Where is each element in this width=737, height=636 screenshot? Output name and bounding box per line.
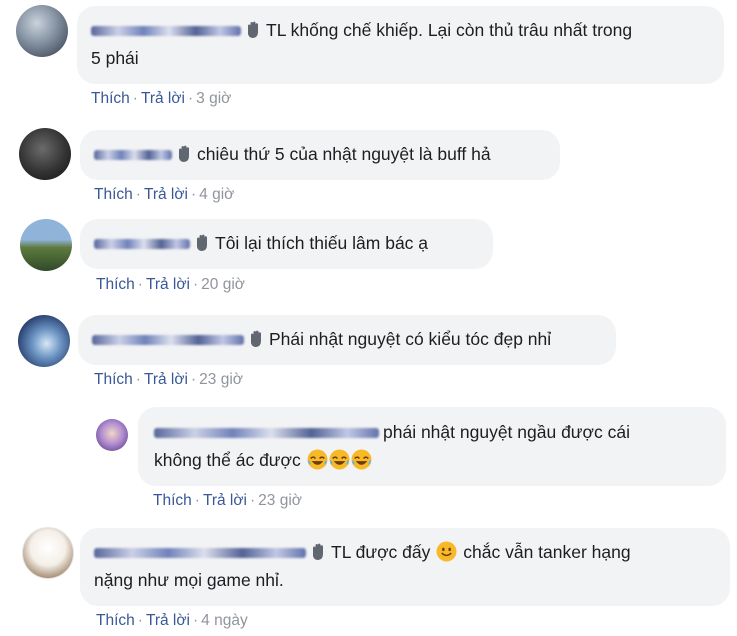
- avatar[interactable]: [22, 527, 74, 579]
- comment-text: chiêu thứ 5 của nhật nguyệt là buff hả: [197, 144, 491, 164]
- reply-link[interactable]: Trả lời: [144, 186, 188, 203]
- comment-actions: Thích · Trả lời · 4 ngày: [96, 612, 248, 629]
- comment-text: Tôi lại thích thiếu lâm bác ạ: [215, 233, 429, 253]
- timestamp[interactable]: 3 giờ: [196, 90, 231, 107]
- avatar[interactable]: [16, 5, 68, 57]
- grinning-emoji-icon: [436, 541, 457, 562]
- comment-text-b: chắc vẫn tanker hạng: [463, 542, 631, 562]
- like-link[interactable]: Thích: [94, 186, 133, 203]
- reply-link[interactable]: Trả lời: [203, 492, 247, 509]
- reply-bubble: phái nhật nguyệt ngầu được cái không thể…: [138, 407, 726, 486]
- timestamp[interactable]: 23 giờ: [258, 492, 302, 509]
- commenter-name[interactable]: [94, 239, 190, 250]
- timestamp[interactable]: 23 giờ: [199, 371, 243, 388]
- commenter-name[interactable]: [94, 548, 306, 559]
- laughing-emoji-icon: [329, 449, 350, 470]
- like-link[interactable]: Thích: [94, 371, 133, 388]
- hand-wave-icon: [197, 234, 207, 251]
- timestamp[interactable]: 20 giờ: [201, 276, 245, 293]
- commenter-name[interactable]: [91, 26, 241, 37]
- reply-link[interactable]: Trả lời: [146, 612, 190, 629]
- hand-wave-icon: [179, 145, 189, 162]
- like-link[interactable]: Thích: [91, 90, 130, 107]
- timestamp[interactable]: 4 giờ: [199, 186, 234, 203]
- comment-actions: Thích · Trả lời · 23 giờ: [153, 492, 302, 509]
- comment-bubble: Phái nhật nguyệt có kiểu tóc đẹp nhỉ: [78, 315, 616, 365]
- hand-wave-icon: [313, 543, 323, 560]
- like-link[interactable]: Thích: [96, 612, 135, 629]
- comment-text-cont: không thể ác được: [154, 450, 301, 470]
- comment-text: TL được đấy: [331, 542, 431, 562]
- comment-text-cont: nặng như mọi game nhỉ.: [94, 570, 284, 590]
- comment-text: phái nhật nguyệt ngầu được cái: [383, 422, 630, 442]
- timestamp[interactable]: 4 ngày: [201, 612, 248, 629]
- comment-bubble: chiêu thứ 5 của nhật nguyệt là buff hả: [80, 130, 560, 180]
- reply-link[interactable]: Trả lời: [146, 276, 190, 293]
- reply-link[interactable]: Trả lời: [141, 90, 185, 107]
- commenter-name[interactable]: [154, 428, 379, 439]
- reply-link[interactable]: Trả lời: [144, 371, 188, 388]
- avatar[interactable]: [19, 128, 71, 180]
- comment-text-cont: 5 phái: [91, 48, 139, 68]
- avatar[interactable]: [20, 219, 72, 271]
- comment-actions: Thích · Trả lời · 23 giờ: [94, 371, 243, 388]
- like-link[interactable]: Thích: [153, 492, 192, 509]
- comment-actions: Thích · Trả lời · 4 giờ: [94, 186, 235, 203]
- commenter-name[interactable]: [94, 150, 172, 161]
- avatar[interactable]: [18, 315, 70, 367]
- hand-wave-icon: [248, 21, 258, 38]
- comment-actions: Thích · Trả lời · 3 giờ: [91, 90, 232, 107]
- commenter-name[interactable]: [92, 335, 244, 346]
- avatar[interactable]: [96, 419, 128, 451]
- comment-actions: Thích · Trả lời · 20 giờ: [96, 276, 245, 293]
- hand-wave-icon: [251, 330, 261, 347]
- comment-bubble: TL được đấy chắc vẫn tanker hạng nặng nh…: [80, 528, 730, 606]
- comment-text: TL khống chế khiếp. Lại còn thủ trâu nhấ…: [266, 20, 633, 40]
- comment-text: Phái nhật nguyệt có kiểu tóc đẹp nhỉ: [269, 329, 552, 349]
- laughing-emoji-icon: [351, 449, 372, 470]
- comment-bubble: Tôi lại thích thiếu lâm bác ạ: [80, 219, 493, 269]
- comment-bubble: TL khống chế khiếp. Lại còn thủ trâu nhấ…: [77, 6, 724, 84]
- like-link[interactable]: Thích: [96, 276, 135, 293]
- laughing-emoji-icon: [307, 449, 328, 470]
